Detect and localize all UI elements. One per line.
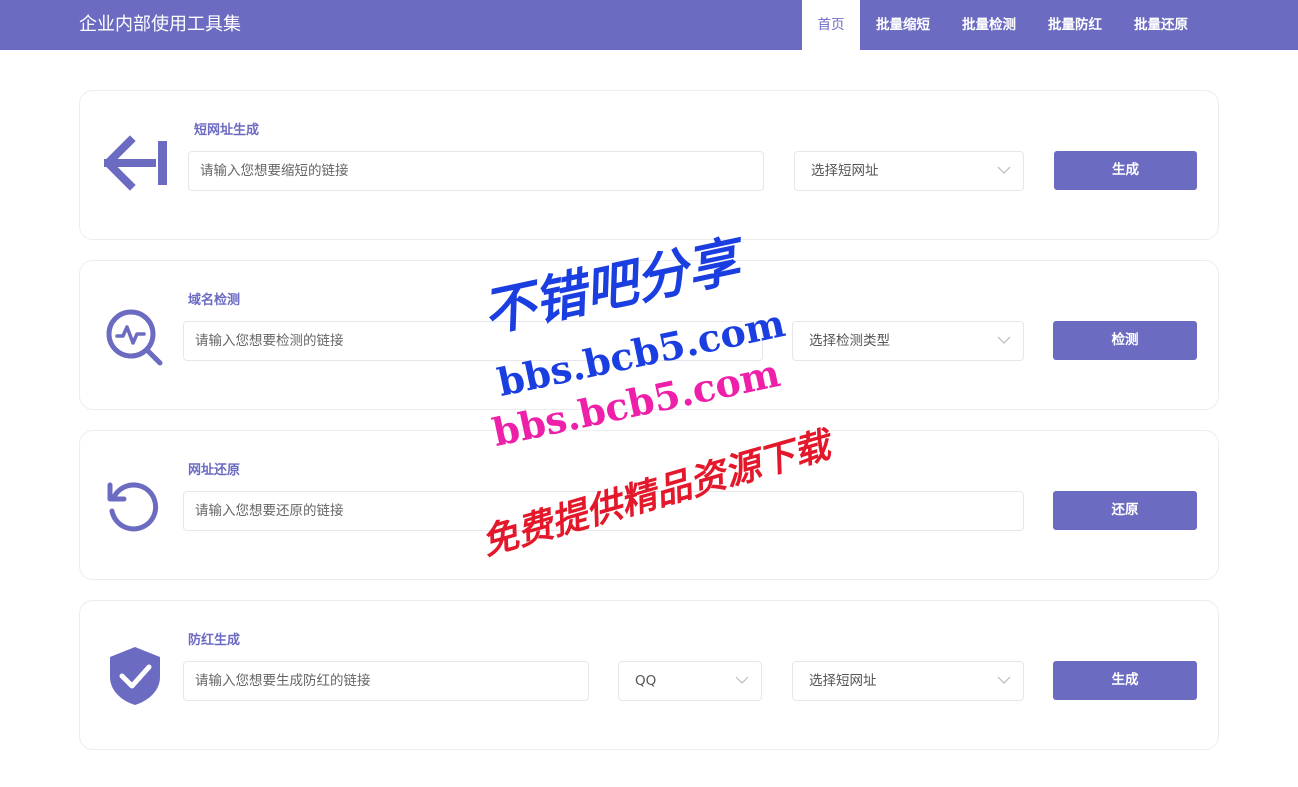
chevron-down-icon	[735, 676, 749, 684]
nav-home[interactable]: 首页	[802, 0, 860, 50]
url-restore-card: 网址还原 请输入您想要还原的链接 还原	[79, 430, 1219, 580]
chevron-down-icon	[997, 166, 1011, 174]
card-title: 防红生成	[188, 633, 241, 648]
domain-detect-card: 域名检测 请输入您想要检测的链接 选择检测类型 检测	[79, 260, 1219, 410]
detect-url-input[interactable]: 请输入您想要检测的链接	[183, 321, 763, 361]
top-navigation-bar: 企业内部使用工具集 首页 批量缩短 批量检测 批量防红 批量还原	[0, 0, 1298, 50]
chevron-down-icon	[997, 676, 1011, 684]
anti-red-url-input[interactable]: 请输入您想要生成防红的链接	[183, 661, 589, 701]
nav-batch-shorten[interactable]: 批量缩短	[862, 0, 944, 50]
restore-button[interactable]: 还原	[1053, 491, 1197, 530]
app-title: 企业内部使用工具集	[79, 14, 241, 35]
nav-batch-restore[interactable]: 批量还原	[1120, 0, 1202, 50]
card-title: 短网址生成	[194, 123, 260, 138]
arrow-left-bar-icon	[104, 135, 167, 191]
chevron-down-icon	[997, 336, 1011, 344]
restore-url-input[interactable]: 请输入您想要还原的链接	[183, 491, 1024, 531]
card-title: 域名检测	[188, 293, 241, 308]
generate-short-url-button[interactable]: 生成	[1054, 151, 1197, 190]
select-value: 选择短网址	[809, 673, 877, 689]
detect-type-select[interactable]: 选择检测类型	[792, 321, 1024, 361]
select-value: 选择短网址	[811, 163, 879, 179]
short-url-card: 短网址生成 请输入您想要缩短的链接 选择短网址 生成	[79, 90, 1219, 240]
anti-red-card: 防红生成 请输入您想要生成防红的链接 QQ 选择短网址 生成	[79, 600, 1219, 750]
select-value: QQ	[635, 673, 657, 689]
nav-batch-detect[interactable]: 批量检测	[948, 0, 1030, 50]
generate-anti-red-button[interactable]: 生成	[1053, 661, 1197, 700]
card-title: 网址还原	[188, 463, 241, 478]
short-url-input[interactable]: 请输入您想要缩短的链接	[188, 151, 764, 191]
select-value: 选择检测类型	[809, 333, 890, 349]
pulse-search-icon	[106, 309, 163, 366]
restore-rotate-icon	[107, 482, 159, 532]
short-url-service-select[interactable]: 选择短网址	[794, 151, 1024, 191]
platform-select[interactable]: QQ	[618, 661, 762, 701]
detect-button[interactable]: 检测	[1053, 321, 1197, 360]
anti-red-service-select[interactable]: 选择短网址	[792, 661, 1024, 701]
nav-batch-antired[interactable]: 批量防红	[1034, 0, 1116, 50]
shield-check-icon	[110, 647, 160, 705]
